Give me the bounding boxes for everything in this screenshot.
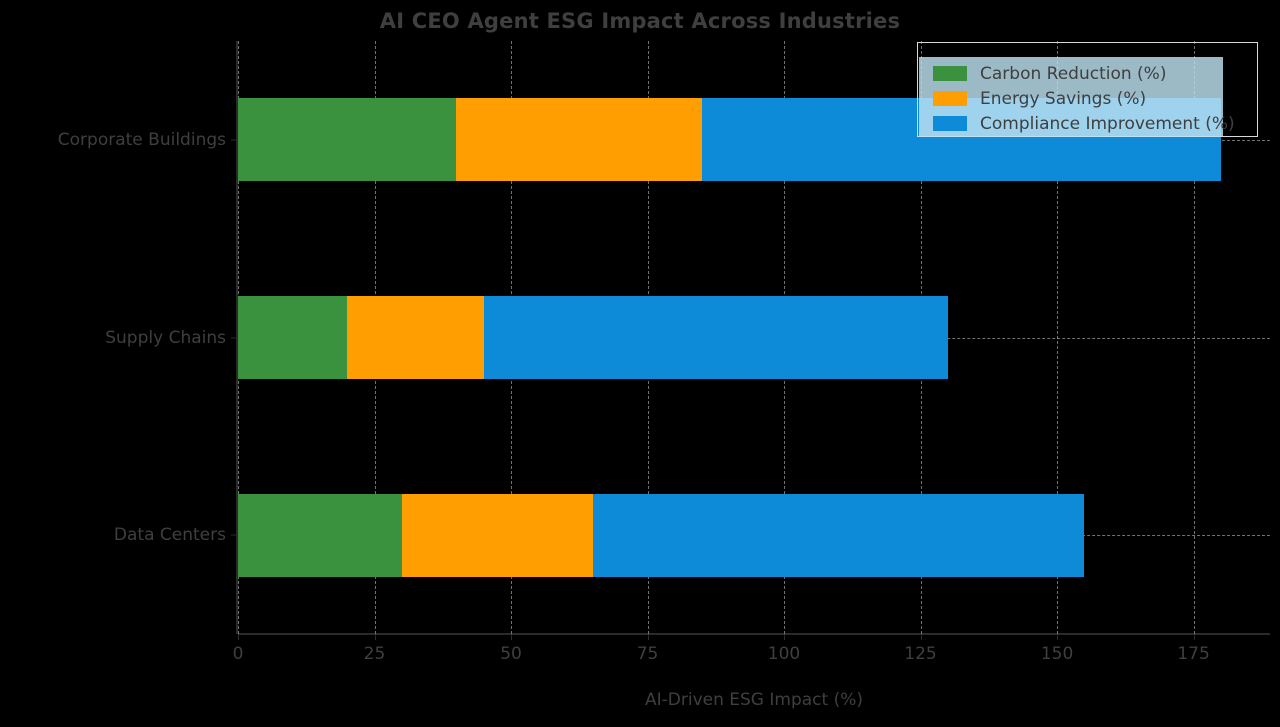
x-tick-label: 0	[232, 644, 244, 664]
x-tick-label: 150	[1040, 644, 1074, 664]
bar-segment	[238, 98, 457, 182]
y-tick-label: Corporate Buildings	[57, 129, 226, 150]
x-tick-mark	[647, 635, 649, 640]
x-tick-label: 175	[1177, 644, 1210, 664]
x-tick-label: 100	[767, 644, 801, 664]
bar-segment	[592, 493, 1085, 577]
bar-segment	[238, 296, 348, 379]
x-tick-mark	[374, 635, 376, 640]
x-tick-mark	[511, 635, 513, 640]
legend-label: Carbon Reduction (%)	[980, 63, 1167, 84]
x-tick-mark	[238, 635, 239, 640]
y-tick-mark	[231, 534, 236, 536]
legend-swatch-icon	[933, 66, 967, 81]
x-tick-mark	[1057, 635, 1059, 640]
y-tick-mark	[231, 139, 236, 141]
legend-item[interactable]: Energy Savings (%)	[919, 86, 1223, 111]
legend-label: Compliance Improvement (%)	[980, 113, 1235, 134]
legend-entries: Carbon Reduction (%) Energy Savings (%) Co…	[919, 57, 1235, 137]
chart-title: AI CEO Agent ESG Impact Across Industrie…	[379, 9, 901, 33]
x-axis-label: AI-Driven ESG Impact (%)	[644, 690, 863, 710]
y-tick-label: Supply Chains	[105, 327, 226, 348]
bar-segment	[238, 493, 402, 577]
x-tick-label: 125	[904, 644, 937, 664]
x-tick-label: 25	[363, 644, 386, 664]
y-tick-label: Data Centers	[113, 525, 226, 546]
bar-segment	[483, 296, 948, 379]
legend-swatch-icon	[933, 91, 967, 106]
x-tick-mark	[1193, 635, 1195, 640]
bar-segment	[456, 98, 703, 182]
y-tick-mark	[231, 337, 236, 338]
bar-segment	[401, 493, 593, 577]
x-tick-mark	[784, 635, 786, 640]
x-tick-mark	[920, 635, 922, 640]
chart-figure: AI CEO Agent ESG Impact Across Industrie…	[0, 0, 1280, 727]
legend-item[interactable]: Compliance Improvement (%)	[919, 111, 1235, 136]
legend-swatch-icon	[933, 116, 967, 131]
x-tick-label: 50	[500, 644, 522, 664]
bar-segment	[347, 296, 484, 379]
x-tick-label: 75	[636, 644, 659, 664]
legend-item[interactable]: Carbon Reduction (%)	[919, 61, 1223, 86]
chart-legend: Carbon Reduction (%) Energy Savings (%) Co…	[917, 42, 1258, 137]
legend-label: Energy Savings (%)	[980, 88, 1147, 109]
